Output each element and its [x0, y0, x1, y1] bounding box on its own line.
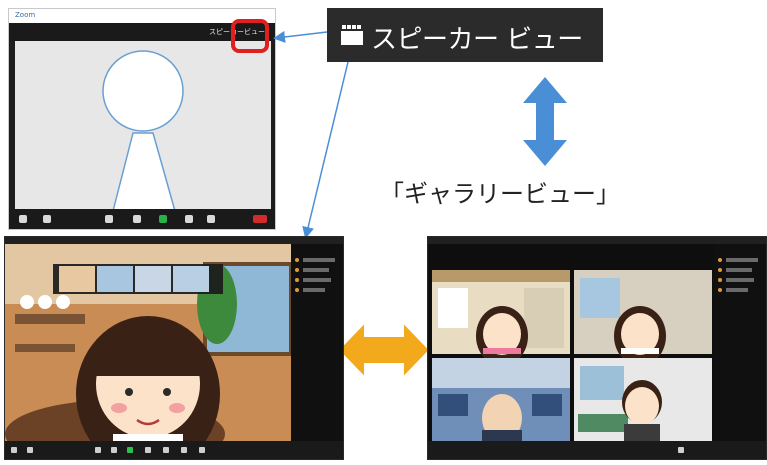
swap-vertical-arrow-icon — [523, 77, 567, 166]
chat-icon[interactable] — [111, 447, 117, 453]
window-titlebar — [428, 237, 766, 244]
gallery-grid — [428, 244, 716, 442]
share-screen-icon[interactable] — [127, 447, 133, 453]
meeting-toolbar — [5, 441, 343, 459]
mute-icon[interactable] — [11, 447, 17, 453]
meeting-toolbar — [428, 441, 766, 459]
participants-panel — [714, 244, 766, 442]
speaker-video — [5, 244, 291, 442]
participants-panel — [291, 244, 343, 442]
reactions-icon[interactable] — [163, 447, 169, 453]
pointer-arrow-down-icon — [302, 61, 349, 239]
record-icon[interactable] — [145, 447, 151, 453]
zoom-window-gallery-view — [427, 236, 767, 460]
participants-icon[interactable] — [95, 447, 101, 453]
gallery-view-label: 「ギャラリービュー」 — [380, 180, 620, 208]
zoom-window-speaker-view — [4, 236, 344, 460]
end-meeting-button[interactable] — [678, 447, 684, 453]
swap-horizontal-arrow-icon — [336, 319, 432, 381]
pointer-arrow-icon — [273, 30, 328, 43]
apps-icon[interactable] — [181, 447, 187, 453]
video-icon[interactable] — [27, 447, 33, 453]
more-icon[interactable] — [199, 447, 205, 453]
window-titlebar — [5, 237, 343, 244]
